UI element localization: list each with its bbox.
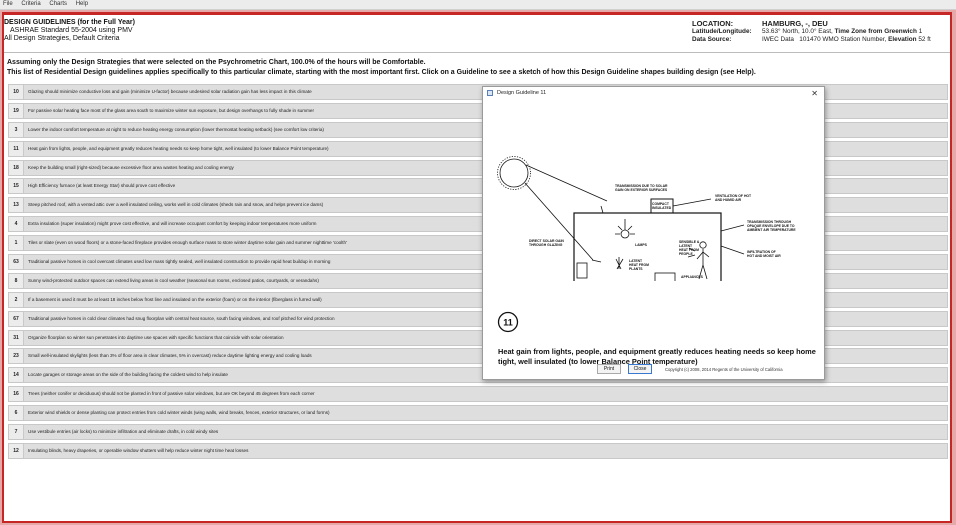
guideline-number: 11 [9, 141, 24, 156]
guideline-number: 63 [9, 255, 24, 270]
guideline-dialog: Design Guideline 11 ✕ TRANSMISSION DUE T… [482, 86, 825, 380]
menu-charts[interactable]: Charts [49, 1, 67, 7]
guideline-number: 15 [9, 179, 24, 194]
menu-criteria[interactable]: Criteria [21, 1, 40, 7]
house-outline [573, 212, 722, 281]
copyright-text: Copyright (c) 2008, 2014 Regents of the … [665, 367, 783, 372]
location-info: LOCATION: HAMBURG, -, DEU Latitude/Longi… [692, 20, 935, 44]
print-button[interactable]: Print [597, 364, 621, 374]
timezone-label: Time Zone from Greenwich [834, 28, 917, 35]
menu-file[interactable]: File [3, 1, 13, 7]
guideline-text: For passive solar heating face most of t… [28, 107, 314, 113]
guideline-text: Keep the building small (right-sized) be… [28, 164, 234, 170]
guideline-number: 3 [9, 122, 24, 137]
sun-icon [499, 158, 529, 188]
dialog-title: Design Guideline 11 [497, 90, 547, 96]
report-title: DESIGN GUIDELINES (for the Full Year) [4, 19, 135, 26]
guideline-text: Trees (neither conifer or deciduous) sho… [28, 391, 315, 397]
guideline-text: Heat gain from lights, people, and equip… [28, 145, 329, 151]
guideline-number: 16 [9, 387, 24, 402]
guideline-sketch: TRANSMISSION DUE TO SOLAR GAIN ON EXTERI… [497, 156, 796, 281]
latlon-value: 53.63° North, 10.0° East, [762, 28, 833, 35]
guideline-row[interactable]: 12 Insulating blinds, heavy draperies, or… [8, 442, 948, 459]
location-label: LOCATION: [692, 19, 734, 28]
guideline-text: Insulating blinds, heavy draperies, or o… [28, 447, 249, 453]
guideline-row[interactable]: 7 Use vestibule entries (air locks) to mi… [8, 424, 948, 441]
guideline-number: 19 [9, 103, 24, 118]
svg-text:PLANTS: PLANTS [629, 267, 643, 271]
menu-help[interactable]: Help [76, 1, 88, 7]
guideline-number: 14 [9, 368, 24, 383]
guideline-text: Extra insulation (super insulation) migh… [28, 221, 317, 227]
guideline-number: 1 [9, 236, 24, 251]
guideline-number: 6 [9, 406, 24, 421]
guideline-text: Locate garages or storage areas on the s… [28, 372, 228, 378]
close-icon[interactable]: ✕ [811, 87, 818, 100]
guideline-number: 18 [9, 160, 24, 175]
svg-text:AMBIENT AIR TEMPERATURE: AMBIENT AIR TEMPERATURE [747, 228, 796, 232]
guideline-text: Organize floorplan so winter sun penetra… [28, 334, 284, 340]
guideline-number: 67 [9, 311, 24, 326]
guideline-text: High Efficiency furnace (at least Energy… [28, 183, 176, 189]
elevation-label: Elevation [888, 36, 917, 43]
intro-text: Assuming only the Design Strategies that… [7, 58, 756, 78]
svg-text:THROUGH GLAZING: THROUGH GLAZING [529, 243, 563, 247]
guideline-number: 12 [9, 443, 24, 458]
svg-text:11: 11 [503, 318, 513, 328]
guideline-text: Glazing should minimize conductive loss … [28, 89, 312, 94]
guideline-text: Use vestibule entries (air locks) to min… [28, 429, 219, 435]
guideline-number: 31 [9, 330, 24, 345]
guideline-number: 8 [9, 273, 24, 288]
svg-text:LAMPS: LAMPS [635, 243, 648, 247]
svg-text:GAIN ON EXTERIOR SURFACES: GAIN ON EXTERIOR SURFACES [615, 188, 668, 192]
guideline-row[interactable]: 16 Trees (neither conifer or deciduous) s… [8, 386, 948, 403]
window-icon [487, 90, 493, 96]
source-value: IWEC Data [762, 36, 794, 43]
guideline-number: 4 [9, 217, 24, 232]
menu-bar: File Criteria Charts Help [0, 0, 956, 10]
dialog-title-bar[interactable]: Design Guideline 11 ✕ [483, 87, 824, 100]
guideline-text: Steep pitched roof, with a vented attic … [28, 202, 324, 208]
report-criteria: All Design Strategies, Default Criteria [4, 35, 120, 42]
guideline-text: Sunny wind-protected outdoor spaces can … [28, 277, 319, 283]
intro-line-2: This list of Residential Design guidelin… [7, 69, 756, 76]
guideline-text: Tiles or slate (even on wood floors) or … [28, 240, 347, 246]
svg-text:HOT AND MOIST AIR: HOT AND MOIST AIR [747, 254, 781, 258]
elevation-value: 52 ft [918, 36, 931, 43]
source-label: Data Source: [692, 36, 732, 43]
app-window: File Criteria Charts Help DESIGN GUIDELI… [0, 0, 956, 525]
guideline-text: Traditional passive homes in cold clear … [28, 315, 335, 321]
guideline-number-badge: 11 [497, 311, 519, 333]
svg-text:AND HUMID AIR: AND HUMID AIR [715, 198, 742, 202]
guideline-text: Exterior wind shields or dense planting … [28, 410, 330, 416]
guideline-row[interactable]: 6 Exterior wind shields or dense planting… [8, 405, 948, 422]
close-button[interactable]: Close [628, 364, 652, 374]
report-header: DESIGN GUIDELINES (for the Full Year) AS… [4, 19, 135, 43]
dialog-body: TRANSMISSION DUE TO SOLAR GAIN ON EXTERI… [484, 101, 823, 378]
svg-text:PEOPLE: PEOPLE [679, 252, 693, 256]
guideline-number: 7 [9, 425, 24, 440]
intro-line-1: Assuming only the Design Strategies that… [7, 59, 426, 66]
guideline-text: Traditional passive homes in cool overca… [28, 259, 331, 265]
svg-text:APPLIANCES: APPLIANCES [681, 275, 704, 279]
guideline-number: 13 [9, 198, 24, 213]
report-standard: ASHRAE Standard 55-2004 using PMV [10, 27, 133, 34]
svg-text:INSULATED: INSULATED [652, 206, 672, 210]
guideline-text: If a basement is used it must be at leas… [28, 296, 322, 302]
guideline-caption: Heat gain from lights, people, and equip… [498, 347, 816, 366]
timezone-value: 1 [918, 28, 923, 35]
latlon-label: Latitude/Longitude: [692, 28, 752, 35]
station-value: 101470 WMO Station Number, [799, 36, 887, 43]
header-divider [4, 52, 950, 53]
guideline-number: 23 [9, 349, 24, 364]
guideline-number: 10 [9, 85, 24, 99]
location-value: HAMBURG, -, DEU [762, 19, 828, 28]
guideline-text: Lower the indoor comfort temperature at … [28, 126, 324, 132]
guideline-number: 2 [9, 292, 24, 307]
guideline-text: Small well-insulated skylights (less tha… [28, 353, 312, 359]
